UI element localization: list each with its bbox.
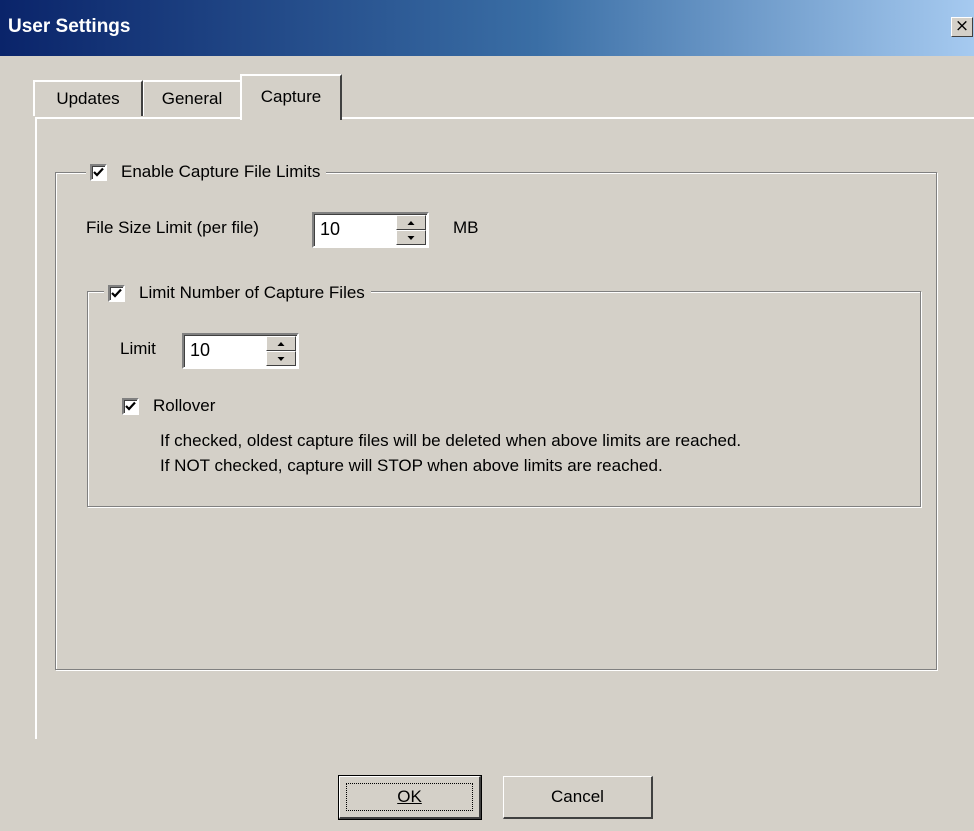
tab-join <box>242 116 340 120</box>
cancel-button[interactable]: Cancel <box>503 776 653 819</box>
close-button[interactable]: × <box>951 17 973 37</box>
title-bar[interactable]: User Settings × <box>0 0 974 56</box>
tab-updates[interactable]: Updates <box>33 80 143 116</box>
focus-rectangle <box>346 783 473 811</box>
tab-general[interactable]: General <box>143 80 242 116</box>
ok-button[interactable]: OK <box>338 775 482 820</box>
window-title: User Settings <box>8 16 131 37</box>
cancel-button-label: Cancel <box>551 787 604 806</box>
close-icon: × <box>954 16 970 36</box>
tab-general-label: General <box>161 89 223 108</box>
tab-capture-label: Capture <box>260 87 322 106</box>
capture-tab-panel <box>35 117 974 739</box>
tab-capture[interactable]: Capture <box>240 74 342 120</box>
tab-updates-label: Updates <box>56 89 120 108</box>
user-settings-dialog: User Settings × Updates General Capture … <box>0 0 974 831</box>
